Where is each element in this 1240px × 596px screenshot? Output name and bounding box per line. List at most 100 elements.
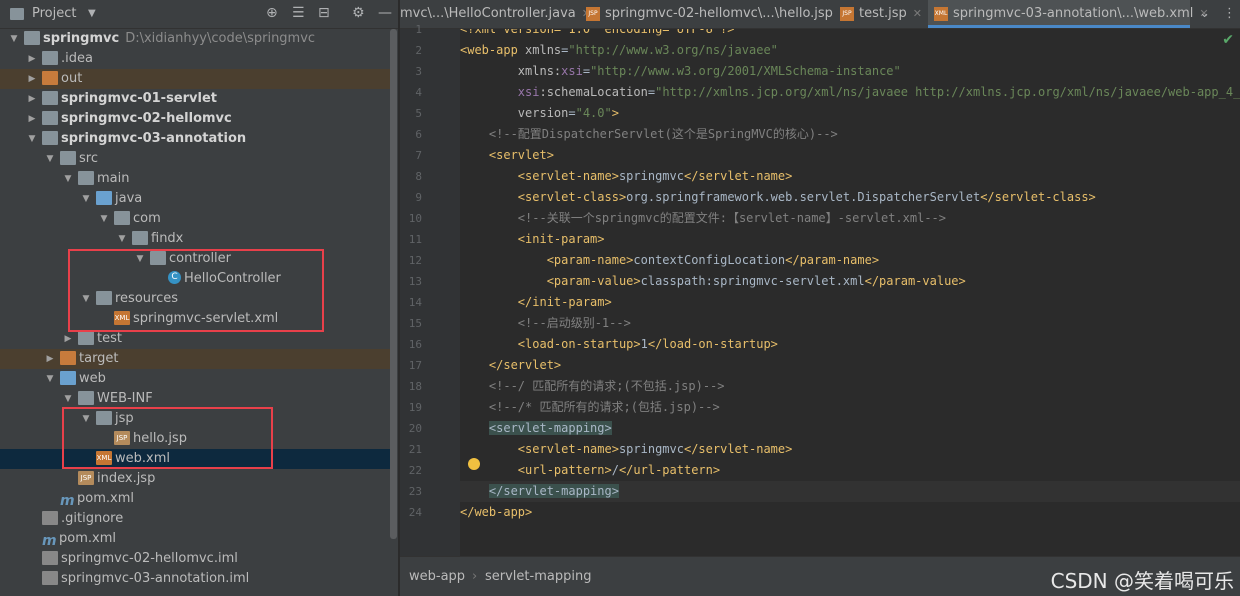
tree-item[interactable]: ▼ com: [0, 209, 390, 229]
tree-item[interactable]: C HelloController: [0, 269, 390, 289]
tab-web-xml[interactable]: XML springmvc-03-annotation\...\web.xml ✕: [928, 0, 1209, 28]
folder-icon: [78, 330, 94, 345]
tree-item[interactable]: JSP index.jsp: [0, 469, 390, 489]
minimize-icon[interactable]: —: [378, 5, 392, 21]
project-panel-title[interactable]: Project: [32, 6, 76, 21]
code-line[interactable]: version="4.0">: [460, 103, 1240, 124]
chevron-down-icon[interactable]: ▼: [8, 29, 20, 49]
more-icon[interactable]: ⋮: [1223, 6, 1236, 21]
code-line[interactable]: <servlet>: [460, 145, 1240, 166]
tree-item[interactable]: springmvc-02-hellomvc.iml: [0, 549, 390, 569]
tree-item-label: com: [133, 211, 161, 226]
chevron-down-icon[interactable]: ▼: [88, 8, 96, 19]
chevron-down-icon[interactable]: ▼: [116, 229, 128, 249]
tree-item[interactable]: ▼ controller: [0, 249, 390, 269]
breadcrumb-web-app[interactable]: web-app: [409, 569, 465, 584]
code-line[interactable]: xsi:schemaLocation="http://xmlns.jcp.org…: [460, 82, 1240, 103]
chevron-down-icon[interactable]: ▼: [44, 369, 56, 389]
project-scrollbar[interactable]: [390, 29, 397, 539]
code-editor[interactable]: ✔ <?xml version="1.0" encoding="UTF-8"?>…: [460, 29, 1240, 556]
chevron-down-icon[interactable]: ▼: [80, 189, 92, 209]
tree-item[interactable]: ▶ out: [0, 69, 390, 89]
code-line[interactable]: <servlet-mapping>: [460, 418, 1240, 439]
chevron-down-icon[interactable]: ▼: [80, 409, 92, 429]
code-token: 1: [640, 337, 648, 351]
code-line[interactable]: <param-value>classpath:springmvc-servlet…: [460, 271, 1240, 292]
code-line[interactable]: <!--启动级别-1-->: [460, 313, 1240, 334]
line-number: 6: [415, 128, 422, 141]
code-line[interactable]: <!--/* 匹配所有的请求;(包括.jsp)-->: [460, 397, 1240, 418]
chevron-down-icon[interactable]: ▼: [62, 389, 74, 409]
line-number: 8: [415, 170, 422, 183]
chevron-right-icon[interactable]: ▶: [44, 349, 56, 369]
tree-item[interactable]: ▼ main: [0, 169, 390, 189]
tree-item[interactable]: ▼ findx: [0, 229, 390, 249]
code-line[interactable]: </servlet>: [460, 355, 1240, 376]
code-line[interactable]: <!--配置DispatcherServlet(这个是SpringMVC的核心)…: [460, 124, 1240, 145]
expand-all-icon[interactable]: ☰: [292, 5, 305, 21]
chevron-down-icon[interactable]: ▼: [134, 249, 146, 269]
tree-item[interactable]: XML springmvc-servlet.xml: [0, 309, 390, 329]
tree-item[interactable]: ▶ target: [0, 349, 390, 369]
code-line[interactable]: <init-param>: [460, 229, 1240, 250]
tree-item[interactable]: ▼ jsp: [0, 409, 390, 429]
code-line[interactable]: <!--关联一个springmvc的配置文件:【servlet-name】-se…: [460, 208, 1240, 229]
gear-icon[interactable]: ⚙: [352, 5, 365, 21]
tree-item[interactable]: ▼ src: [0, 149, 390, 169]
code-line[interactable]: </servlet-mapping>: [460, 481, 1240, 502]
tree-item[interactable]: m pom.xml: [0, 529, 390, 549]
tree-item[interactable]: ▶ test: [0, 329, 390, 349]
chevron-right-icon[interactable]: ▶: [26, 109, 38, 129]
code-line[interactable]: <url-pattern>/</url-pattern>: [460, 460, 1240, 481]
code-line[interactable]: <!--/ 匹配所有的请求;(不包括.jsp)-->: [460, 376, 1240, 397]
tab-test-jsp[interactable]: JSP test.jsp ✕: [840, 0, 928, 28]
chevron-right-icon[interactable]: ▶: [26, 49, 38, 69]
code-line[interactable]: <?xml version="1.0" encoding="UTF-8"?>: [460, 29, 1240, 40]
chevron-down-icon[interactable]: ▼: [26, 129, 38, 149]
tree-item[interactable]: m pom.xml: [0, 489, 390, 509]
code-line[interactable]: <load-on-startup>1</load-on-startup>: [460, 334, 1240, 355]
tree-item[interactable]: ▼ springmvc D:\xidianhyy\code\springmvc: [0, 29, 390, 49]
collapse-all-icon[interactable]: ⊟: [318, 5, 330, 21]
chevron-right-icon[interactable]: ▶: [26, 89, 38, 109]
tree-item[interactable]: XML web.xml: [0, 449, 390, 469]
tree-item-label: hello.jsp: [133, 431, 187, 446]
code-line[interactable]: <web-app xmlns="http://www.w3.org/ns/jav…: [460, 40, 1240, 61]
iml-file-icon: [42, 550, 58, 565]
chevron-right-icon[interactable]: ▶: [62, 329, 74, 349]
tab-hello-jsp[interactable]: JSPspringmvc-02-hellomvc\...\hello.jsp✕: [586, 0, 848, 28]
tree-item[interactable]: ▶ springmvc-01-servlet: [0, 89, 390, 109]
tree-item[interactable]: .gitignore: [0, 509, 390, 529]
tree-item[interactable]: JSP hello.jsp: [0, 429, 390, 449]
breadcrumb-servlet-mapping[interactable]: servlet-mapping: [485, 569, 591, 584]
tree-item[interactable]: ▼ java: [0, 189, 390, 209]
tree-item[interactable]: ▼ WEB-INF: [0, 389, 390, 409]
tree-item[interactable]: ▶ springmvc-02-hellomvc: [0, 109, 390, 129]
code-line[interactable]: <servlet-name>springmvc</servlet-name>: [460, 439, 1240, 460]
tab-hello-controller[interactable]: mvc\...\HelloController.java✕: [400, 0, 591, 28]
chevron-down-icon[interactable]: ▼: [80, 289, 92, 309]
code-line[interactable]: <servlet-class>org.springframework.web.s…: [460, 187, 1240, 208]
chevron-down-icon[interactable]: ⌄: [1199, 6, 1210, 21]
lightbulb-icon[interactable]: [468, 458, 480, 470]
locate-icon[interactable]: ⊕: [266, 5, 278, 21]
chevron-right-icon[interactable]: ▶: [26, 69, 38, 89]
code-token: <servlet-class>: [517, 190, 627, 204]
code-token: org.springframework.web.servlet.Dispatch…: [626, 190, 981, 204]
code-line[interactable]: </web-app>: [460, 502, 1240, 523]
tree-item[interactable]: ▼ web: [0, 369, 390, 389]
code-line[interactable]: </init-param>: [460, 292, 1240, 313]
tree-item[interactable]: springmvc-03-annotation.iml: [0, 569, 390, 589]
chevron-down-icon[interactable]: ▼: [62, 169, 74, 189]
code-line[interactable]: xmlns:xsi="http://www.w3.org/2001/XMLSch…: [460, 61, 1240, 82]
close-icon[interactable]: ✕: [913, 7, 922, 20]
chevron-down-icon[interactable]: ▼: [98, 209, 110, 229]
chevron-down-icon[interactable]: ▼: [44, 149, 56, 169]
tree-item[interactable]: ▼ resources: [0, 289, 390, 309]
tree-item[interactable]: ▶ .idea: [0, 49, 390, 69]
code-line[interactable]: <servlet-name>springmvc</servlet-name>: [460, 166, 1240, 187]
tree-item[interactable]: ▼ springmvc-03-annotation: [0, 129, 390, 149]
code-line[interactable]: <param-name>contextConfigLocation</param…: [460, 250, 1240, 271]
